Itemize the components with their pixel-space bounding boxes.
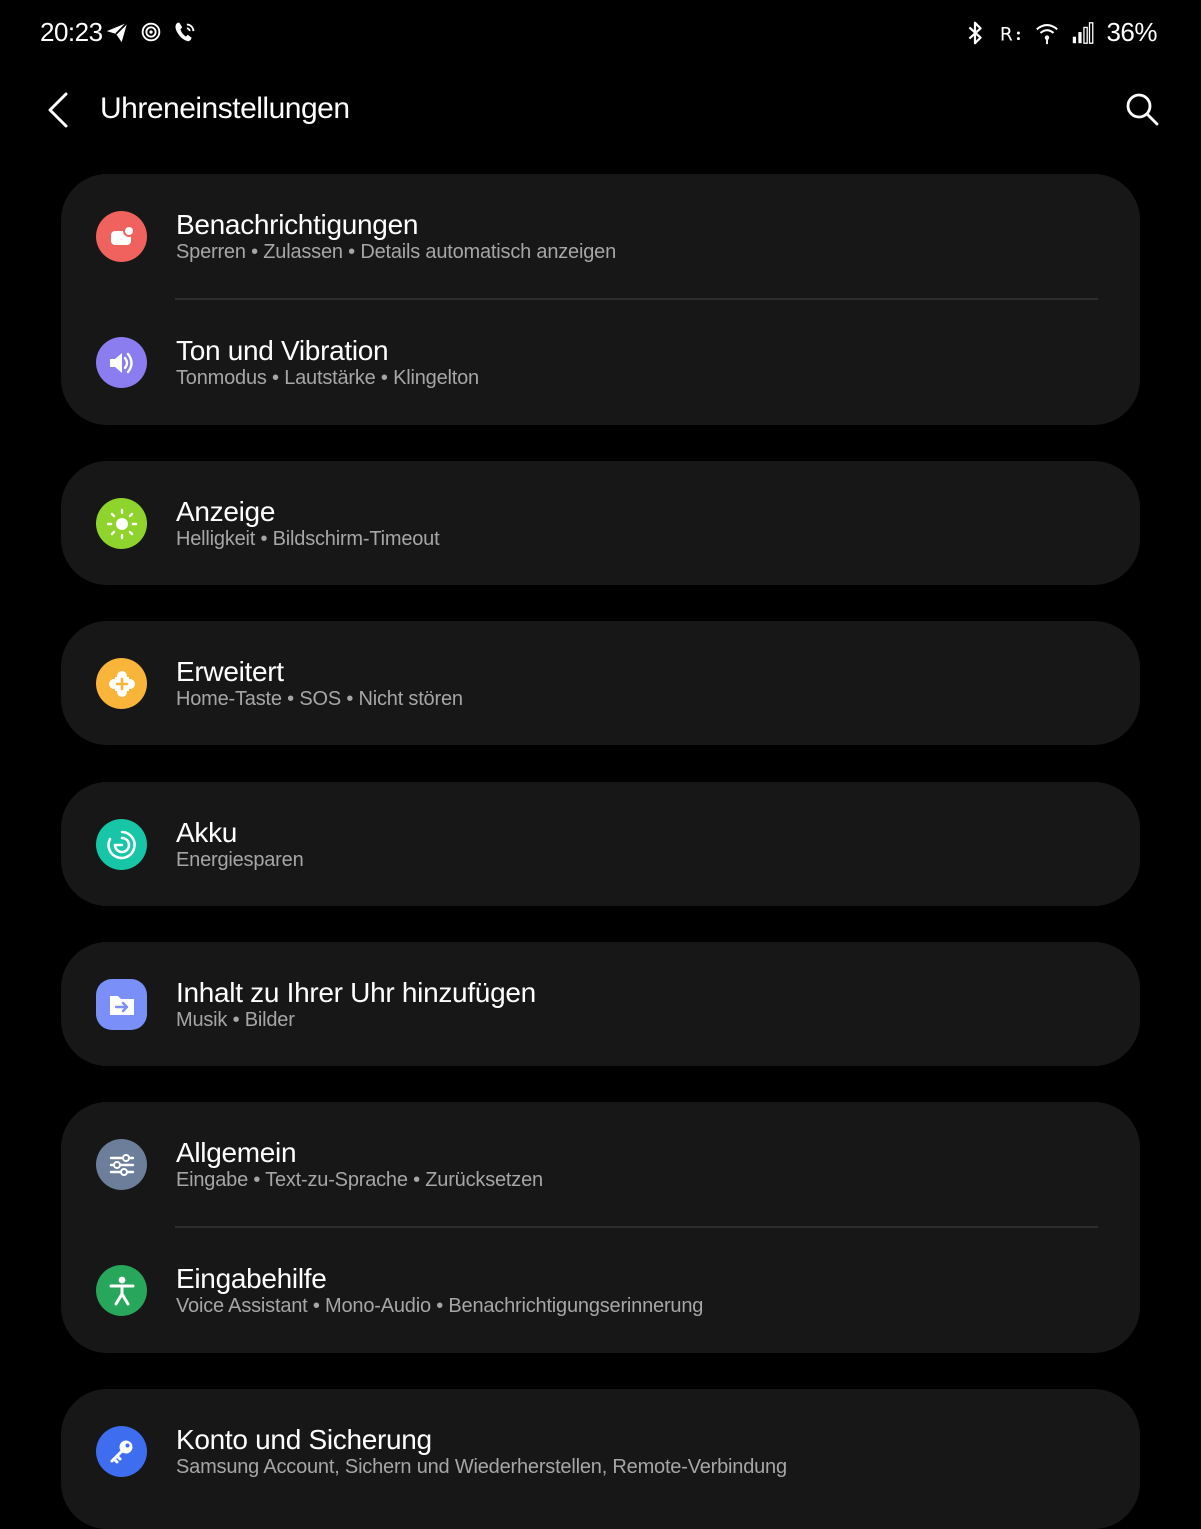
battery-percent: 36% — [1106, 17, 1157, 47]
settings-item-notifications[interactable]: Benachrichtigungen Sperren • Zulassen • … — [61, 174, 1140, 299]
item-subtitle: Musik • Bilder — [176, 1009, 295, 1031]
item-title: Ton und Vibration — [176, 335, 389, 366]
sliders-icon — [96, 1139, 147, 1190]
settings-card-account: Konto und Sicherung Samsung Account, Sic… — [61, 1389, 1140, 1529]
app-header: Uhreneinstellungen — [0, 80, 1201, 140]
item-subtitle: Energiesparen — [176, 849, 304, 871]
item-title: Anzeige — [176, 496, 276, 527]
item-subtitle: Samsung Account, Sichern und Wiederherst… — [176, 1456, 787, 1478]
status-left-icons — [104, 18, 198, 46]
item-title: Allgemein — [176, 1137, 297, 1168]
item-subtitle: Tonmodus • Lautstärke • Klingelton — [176, 367, 479, 389]
folder-transfer-icon — [96, 979, 147, 1030]
settings-item-battery[interactable]: Akku Energiesparen — [61, 782, 1140, 906]
item-subtitle: Helligkeit • Bildschirm-Timeout — [176, 528, 440, 550]
settings-item-account[interactable]: Konto und Sicherung Samsung Account, Sic… — [61, 1389, 1140, 1513]
search-icon — [1126, 93, 1159, 126]
status-right-icons: R 36% — [962, 17, 1157, 48]
wifi-call-icon — [175, 22, 195, 42]
item-title: Konto und Sicherung — [176, 1424, 432, 1455]
key-icon — [96, 1426, 147, 1477]
brightness-icon — [96, 498, 147, 549]
svg-text:R: R — [1000, 24, 1013, 45]
item-subtitle: Home-Taste • SOS • Nicht stören — [176, 688, 463, 710]
settings-card-battery: Akku Energiesparen — [61, 782, 1140, 906]
network-r-icon: R — [1000, 24, 1021, 45]
search-button[interactable] — [1119, 86, 1165, 132]
item-title: Akku — [176, 817, 238, 848]
settings-card-advanced: Erweitert Home-Taste • SOS • Nicht störe… — [61, 621, 1140, 745]
item-title: Inhalt zu Ihrer Uhr hinzufügen — [176, 977, 536, 1008]
settings-card-general: Allgemein Eingabe • Text-zu-Sprache • Zu… — [61, 1102, 1140, 1353]
settings-card-notifications-sound: Benachrichtigungen Sperren • Zulassen • … — [61, 174, 1140, 425]
item-title: Benachrichtigungen — [176, 209, 419, 240]
battery-care-icon — [96, 819, 147, 870]
item-subtitle: Eingabe • Text-zu-Sprache • Zurücksetzen — [176, 1169, 543, 1191]
status-time: 20:23 — [40, 17, 103, 47]
signal-icon — [1073, 21, 1094, 44]
settings-item-accessibility[interactable]: Eingabehilfe Voice Assistant • Mono-Audi… — [61, 1227, 1140, 1353]
settings-card-display: Anzeige Helligkeit • Bildschirm-Timeout — [61, 461, 1140, 585]
settings-item-general[interactable]: Allgemein Eingabe • Text-zu-Sprache • Zu… — [61, 1102, 1140, 1227]
item-subtitle: Voice Assistant • Mono-Audio • Benachric… — [176, 1295, 704, 1317]
item-subtitle: Sperren • Zulassen • Details automatisch… — [176, 241, 616, 263]
accessibility-icon — [96, 1265, 147, 1316]
notification-icon — [96, 211, 147, 262]
settings-card-content: Inhalt zu Ihrer Uhr hinzufügen Musik • B… — [61, 942, 1140, 1066]
item-title: Erweitert — [176, 656, 284, 687]
settings-item-content[interactable]: Inhalt zu Ihrer Uhr hinzufügen Musik • B… — [61, 942, 1140, 1066]
status-bar: 20:23 R 36% — [0, 0, 1201, 66]
bluetooth-icon — [969, 21, 983, 44]
target-icon — [141, 22, 161, 42]
page-title: Uhreneinstellungen — [100, 92, 350, 125]
back-button[interactable] — [38, 88, 78, 132]
item-title: Eingabehilfe — [176, 1263, 327, 1294]
wifi-icon — [1036, 23, 1059, 44]
settings-item-display[interactable]: Anzeige Helligkeit • Bildschirm-Timeout — [61, 461, 1140, 585]
send-icon — [106, 22, 128, 43]
settings-item-sound[interactable]: Ton und Vibration Tonmodus • Lautstärke … — [61, 299, 1140, 425]
speaker-icon — [96, 337, 147, 388]
settings-item-advanced[interactable]: Erweitert Home-Taste • SOS • Nicht störe… — [61, 621, 1140, 745]
chevron-left-icon — [48, 92, 68, 128]
plus-gear-icon — [96, 658, 147, 709]
